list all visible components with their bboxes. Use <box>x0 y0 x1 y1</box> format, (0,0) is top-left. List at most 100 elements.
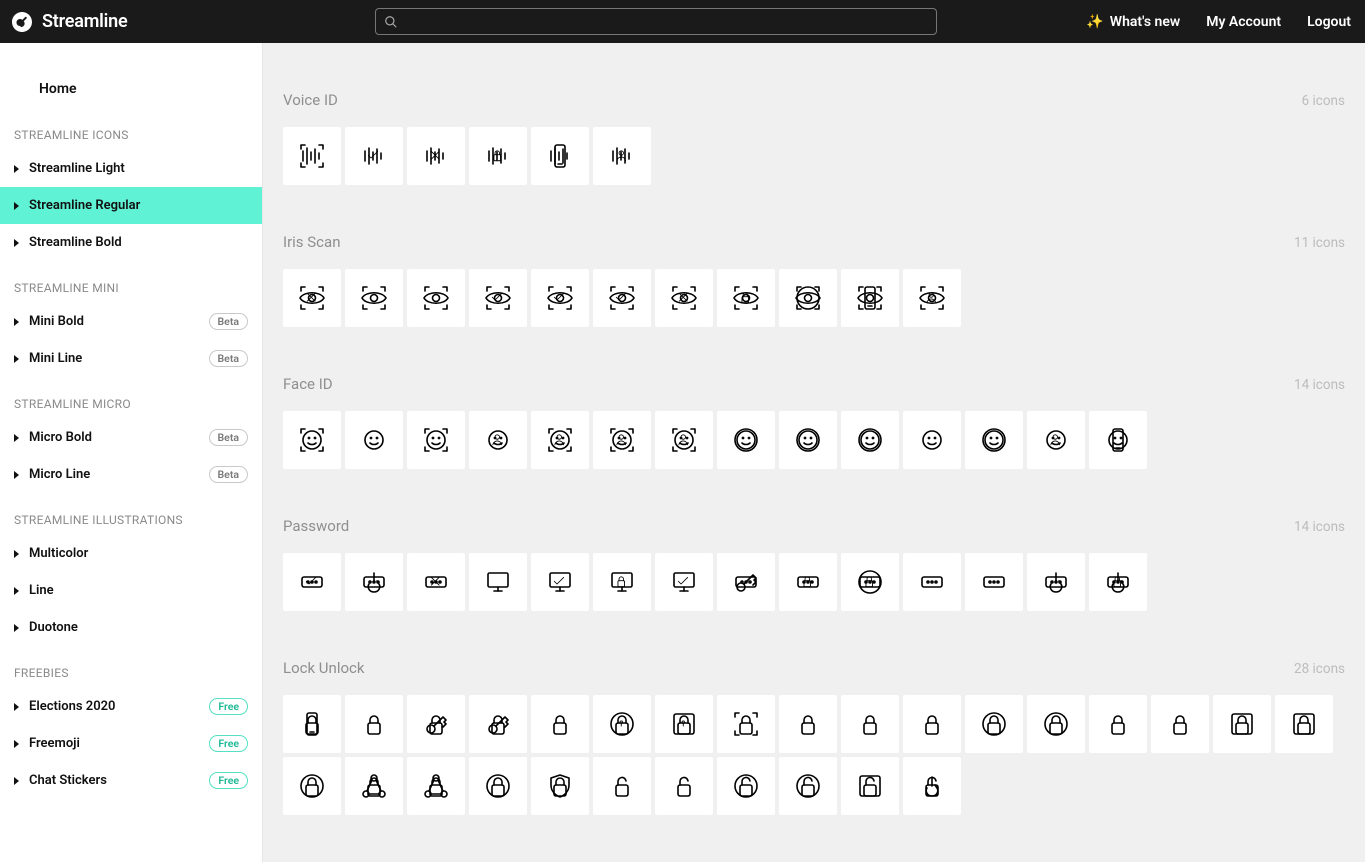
iris-scan-user-icon[interactable] <box>903 269 961 327</box>
sidebar-item-label: Streamline Light <box>29 161 125 176</box>
password-key-icon[interactable] <box>717 553 775 611</box>
sidebar-item[interactable]: Micro LineBeta <box>0 456 262 493</box>
lock-safe-icon[interactable] <box>1275 695 1333 753</box>
password-cursor-icon[interactable] <box>345 553 403 611</box>
lock-plus-icon[interactable] <box>903 695 961 753</box>
lock-shield-icon[interactable] <box>531 757 589 815</box>
lock-circle-icon[interactable] <box>1027 695 1085 753</box>
face-id-user-frame-icon[interactable] <box>531 411 589 469</box>
iris-scan-disabled-icon[interactable] <box>283 269 341 327</box>
group-title: Iris Scan <box>283 233 340 251</box>
voice-id-lock-icon[interactable] <box>469 127 527 185</box>
logout-link[interactable]: Logout <box>1307 14 1351 30</box>
lock-share-icon[interactable] <box>407 757 465 815</box>
iris-scan-search-icon[interactable] <box>779 269 837 327</box>
lock-combo-icon[interactable] <box>531 695 589 753</box>
sidebar-item[interactable]: Micro BoldBeta <box>0 419 262 456</box>
password-desktop-icon[interactable] <box>469 553 527 611</box>
iris-scan-phone-icon[interactable] <box>841 269 899 327</box>
iris-scan-eye-check-icon[interactable] <box>593 269 651 327</box>
sidebar-item[interactable]: Duotone <box>0 609 262 646</box>
iris-scan-eye-icon[interactable] <box>407 269 465 327</box>
voice-id-user-icon[interactable] <box>593 127 651 185</box>
lock-closed-icon[interactable] <box>1089 695 1147 753</box>
unlock-square-icon[interactable] <box>841 757 899 815</box>
password-desktop-approved-icon[interactable] <box>655 553 713 611</box>
search-field[interactable] <box>375 8 937 35</box>
caret-right-icon <box>14 355 19 363</box>
face-id-phone-icon[interactable] <box>1089 411 1147 469</box>
lock-phone-icon[interactable] <box>283 695 341 753</box>
lock-handle-icon[interactable] <box>345 695 403 753</box>
password-touch-lock-icon[interactable] <box>1089 553 1147 611</box>
sidebar-section-label: STREAMLINE ICONS <box>0 108 262 150</box>
lock-circle-2-icon[interactable] <box>283 757 341 815</box>
face-id-frame-icon[interactable] <box>283 411 341 469</box>
face-id-woman-icon[interactable] <box>469 411 527 469</box>
unlock-2-icon[interactable] <box>655 757 713 815</box>
password-dots-lock-icon[interactable] <box>841 553 899 611</box>
face-id-dots-icon[interactable] <box>717 411 775 469</box>
face-id-user-scan-icon[interactable] <box>593 411 651 469</box>
voice-id-approved-icon[interactable] <box>345 127 403 185</box>
unlock-1-icon[interactable] <box>593 757 651 815</box>
face-id-smile-icon[interactable] <box>345 411 403 469</box>
lock-key-below-icon[interactable] <box>469 695 527 753</box>
unlock-circle-icon[interactable] <box>717 757 775 815</box>
lock-keyhole-square-icon[interactable] <box>655 695 713 753</box>
sidebar-item[interactable]: Streamline Light <box>0 150 262 187</box>
iris-scan-frame-icon[interactable] <box>345 269 403 327</box>
face-id-gear-icon[interactable] <box>841 411 899 469</box>
voice-id-denied-icon[interactable] <box>407 127 465 185</box>
my-account-link[interactable]: My Account <box>1206 14 1281 30</box>
password-desktop-check-icon[interactable] <box>531 553 589 611</box>
sidebar-item[interactable]: Multicolor <box>0 535 262 572</box>
lock-wallet-icon[interactable] <box>1213 695 1271 753</box>
iris-scan-approved-icon[interactable] <box>469 269 527 327</box>
whats-new-link[interactable]: ✨ What's new <box>1086 14 1180 30</box>
sidebar-item[interactable]: Streamline Regular <box>0 187 262 224</box>
lock-key-right-icon[interactable] <box>407 695 465 753</box>
password-touch-icon[interactable] <box>1027 553 1085 611</box>
password-approved-icon[interactable] <box>283 553 341 611</box>
password-type-icon[interactable] <box>903 553 961 611</box>
face-id-sun-icon[interactable] <box>779 411 837 469</box>
password-hidden-icon[interactable] <box>965 553 1023 611</box>
search-input[interactable] <box>406 14 928 29</box>
lock-2-icon[interactable] <box>841 695 899 753</box>
lock-dot-icon[interactable] <box>965 695 1023 753</box>
caret-right-icon <box>14 777 19 785</box>
iris-scan-check-icon[interactable] <box>531 269 589 327</box>
sidebar-item[interactable]: Line <box>0 572 262 609</box>
lock-keyhole-circle-icon[interactable] <box>593 695 651 753</box>
sidebar-home[interactable]: Home <box>0 69 262 108</box>
unlock-dot-icon[interactable] <box>779 757 837 815</box>
lock-open-up-icon[interactable] <box>1151 695 1209 753</box>
face-id-side-icon[interactable] <box>903 411 961 469</box>
password-denied-icon[interactable] <box>407 553 465 611</box>
face-id-woman-frame-icon[interactable] <box>655 411 713 469</box>
sidebar-item[interactable]: Chat StickersFree <box>0 762 262 799</box>
face-id-scan-icon[interactable] <box>407 411 465 469</box>
voice-id-phone-icon[interactable] <box>531 127 589 185</box>
sidebar-item-label: Micro Bold <box>29 430 92 445</box>
sidebar-item[interactable]: Streamline Bold <box>0 224 262 261</box>
brand-logo[interactable]: Streamline <box>10 10 127 34</box>
lock-network-icon[interactable] <box>345 757 403 815</box>
unlock-touch-icon[interactable] <box>903 757 961 815</box>
voice-id-scan-icon[interactable] <box>283 127 341 185</box>
iris-scan-lock-icon[interactable] <box>717 269 775 327</box>
lock-1-icon[interactable] <box>779 695 837 753</box>
sidebar-item[interactable]: Mini BoldBeta <box>0 303 262 340</box>
sidebar-item[interactable]: FreemojiFree <box>0 725 262 762</box>
lock-frame-icon[interactable] <box>717 695 775 753</box>
lock-dots-icon[interactable] <box>469 757 527 815</box>
sidebar-item[interactable]: Elections 2020Free <box>0 688 262 725</box>
password-desktop-lock-icon[interactable] <box>593 553 651 611</box>
password-lock-below-icon[interactable] <box>779 553 837 611</box>
sidebar-item[interactable]: Mini LineBeta <box>0 340 262 377</box>
face-id-profile-icon[interactable] <box>1027 411 1085 469</box>
sidebar: Home STREAMLINE ICONS Streamline Light Str… <box>0 43 263 862</box>
iris-scan-denied-icon[interactable] <box>655 269 713 327</box>
face-id-globe-icon[interactable] <box>965 411 1023 469</box>
